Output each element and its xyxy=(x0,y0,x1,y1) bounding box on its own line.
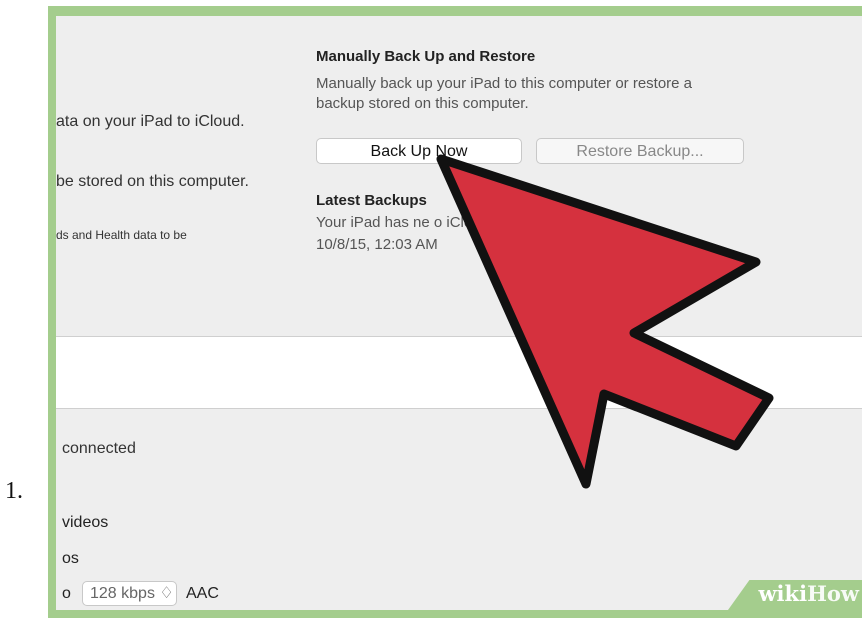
wikihow-watermark: wikiHow xyxy=(758,581,859,606)
watermark-wiki: wiki xyxy=(758,581,808,606)
red-pointer-arrow-icon xyxy=(436,154,774,489)
screenshot-frame: ata on your iPad to iCloud. be stored on… xyxy=(48,6,862,618)
list-number: 1. xyxy=(5,478,23,504)
itunes-backup-panel: ata on your iPad to iCloud. be stored on… xyxy=(56,16,862,610)
watermark-how: How xyxy=(807,581,859,606)
